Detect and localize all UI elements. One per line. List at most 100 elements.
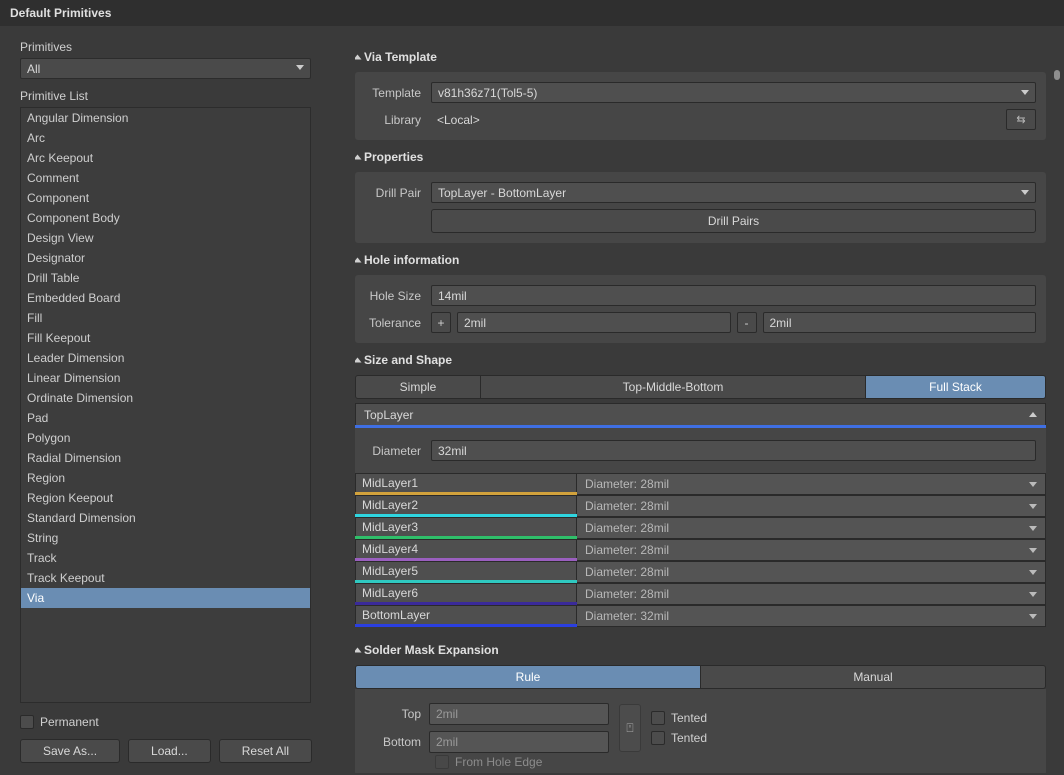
section-hole-info[interactable]: Hole information	[355, 253, 1046, 267]
top-layer-header[interactable]: TopLayer	[355, 403, 1046, 425]
collapse-icon	[355, 258, 362, 263]
tented-bottom-checkbox[interactable]	[651, 731, 665, 745]
layer-diameter[interactable]: Diameter: 28mil	[577, 495, 1046, 517]
collapse-icon	[355, 155, 362, 160]
section-via-template[interactable]: Via Template	[355, 50, 1046, 64]
link-top-bottom-icon[interactable]: ⍞	[619, 704, 641, 752]
chevron-down-icon	[1029, 482, 1037, 487]
list-item[interactable]: Arc	[21, 128, 310, 148]
link-icon[interactable]: ⇆	[1006, 109, 1036, 130]
sme-bottom-input: 2mil	[429, 731, 609, 753]
sme-bottom-label: Bottom	[365, 735, 421, 749]
left-panel: Primitives All Primitive List Angular Di…	[0, 26, 325, 773]
list-item[interactable]: Component Body	[21, 208, 310, 228]
layer-row[interactable]: MidLayer5Diameter: 28mil	[355, 561, 1046, 583]
layer-row[interactable]: BottomLayerDiameter: 32mil	[355, 605, 1046, 627]
drill-pairs-button[interactable]: Drill Pairs	[431, 209, 1036, 233]
list-item[interactable]: Design View	[21, 228, 310, 248]
chevron-down-icon	[296, 65, 304, 70]
tented-top-checkbox[interactable]	[651, 711, 665, 725]
reset-all-button[interactable]: Reset All	[219, 739, 312, 763]
layer-row[interactable]: MidLayer4Diameter: 28mil	[355, 539, 1046, 561]
tab-manual[interactable]: Manual	[701, 665, 1046, 689]
list-item[interactable]: Linear Dimension	[21, 368, 310, 388]
layer-color	[355, 624, 577, 627]
tab-full-stack[interactable]: Full Stack	[866, 375, 1046, 399]
list-item[interactable]: Embedded Board	[21, 288, 310, 308]
list-item[interactable]: Fill	[21, 308, 310, 328]
layer-row[interactable]: MidLayer3Diameter: 28mil	[355, 517, 1046, 539]
tab-rule[interactable]: Rule	[355, 665, 701, 689]
list-item[interactable]: Track	[21, 548, 310, 568]
layer-diameter[interactable]: Diameter: 28mil	[577, 539, 1046, 561]
tab-top-middle-bottom[interactable]: Top-Middle-Bottom	[481, 375, 866, 399]
primitives-dropdown[interactable]: All	[20, 58, 311, 79]
tolerance-plus-input[interactable]: 2mil	[457, 312, 731, 333]
from-hole-edge-checkbox[interactable]	[435, 755, 449, 769]
layer-name: MidLayer3	[355, 517, 577, 536]
tab-simple[interactable]: Simple	[355, 375, 481, 399]
layer-name: MidLayer1	[355, 473, 577, 492]
list-item[interactable]: Drill Table	[21, 268, 310, 288]
right-panel: Via Template Template v81h36z71(Tol5-5) …	[325, 26, 1064, 773]
list-item[interactable]: Track Keepout	[21, 568, 310, 588]
tolerance-minus-input[interactable]: 2mil	[763, 312, 1037, 333]
chevron-down-icon	[1021, 190, 1029, 195]
list-item[interactable]: Comment	[21, 168, 310, 188]
primitive-list[interactable]: Angular DimensionArcArc KeepoutCommentCo…	[20, 107, 311, 703]
chevron-down-icon	[1029, 504, 1037, 509]
layer-diameter[interactable]: Diameter: 28mil	[577, 517, 1046, 539]
layer-name: MidLayer6	[355, 583, 577, 602]
section-solder-mask[interactable]: Solder Mask Expansion	[355, 643, 1046, 657]
list-item[interactable]: Via	[21, 588, 310, 608]
tented-top-label: Tented	[671, 711, 707, 725]
hole-size-input[interactable]: 14mil	[431, 285, 1036, 306]
layer-row[interactable]: MidLayer2Diameter: 28mil	[355, 495, 1046, 517]
scrollbar-thumb[interactable]	[1054, 70, 1060, 80]
load-button[interactable]: Load...	[128, 739, 211, 763]
tolerance-minus-button[interactable]: -	[737, 312, 757, 333]
layer-diameter[interactable]: Diameter: 28mil	[577, 583, 1046, 605]
tented-bottom-label: Tented	[671, 731, 707, 745]
tolerance-plus-button[interactable]: +	[431, 312, 451, 333]
list-item[interactable]: Angular Dimension	[21, 108, 310, 128]
template-label: Template	[365, 86, 421, 100]
window-title: Default Primitives	[0, 0, 1064, 26]
list-item[interactable]: Polygon	[21, 428, 310, 448]
save-as-button[interactable]: Save As...	[20, 739, 120, 763]
library-value: <Local>	[431, 113, 1000, 127]
list-item[interactable]: Radial Dimension	[21, 448, 310, 468]
permanent-checkbox[interactable]	[20, 715, 34, 729]
list-item[interactable]: String	[21, 528, 310, 548]
template-dropdown[interactable]: v81h36z71(Tol5-5)	[431, 82, 1036, 103]
diameter-input[interactable]: 32mil	[431, 440, 1036, 461]
list-item[interactable]: Region	[21, 468, 310, 488]
list-item[interactable]: Standard Dimension	[21, 508, 310, 528]
chevron-down-icon	[1029, 526, 1037, 531]
collapse-icon	[355, 648, 362, 653]
layer-row[interactable]: MidLayer6Diameter: 28mil	[355, 583, 1046, 605]
layer-name: MidLayer4	[355, 539, 577, 558]
list-item[interactable]: Arc Keepout	[21, 148, 310, 168]
from-hole-edge-row: From Hole Edge	[435, 753, 1036, 771]
chevron-up-icon	[1029, 412, 1037, 417]
layer-diameter[interactable]: Diameter: 28mil	[577, 473, 1046, 495]
section-size-shape[interactable]: Size and Shape	[355, 353, 1046, 367]
drill-pair-dropdown[interactable]: TopLayer - BottomLayer	[431, 182, 1036, 203]
tolerance-label: Tolerance	[365, 316, 421, 330]
list-item[interactable]: Component	[21, 188, 310, 208]
section-properties[interactable]: Properties	[355, 150, 1046, 164]
layer-row[interactable]: MidLayer1Diameter: 28mil	[355, 473, 1046, 495]
list-item[interactable]: Leader Dimension	[21, 348, 310, 368]
permanent-label: Permanent	[40, 715, 99, 729]
layer-diameter[interactable]: Diameter: 32mil	[577, 605, 1046, 627]
list-item[interactable]: Pad	[21, 408, 310, 428]
scrollbar[interactable]	[1054, 40, 1060, 773]
hole-size-label: Hole Size	[365, 289, 421, 303]
primitive-list-label: Primitive List	[20, 89, 311, 103]
list-item[interactable]: Region Keepout	[21, 488, 310, 508]
layer-diameter[interactable]: Diameter: 28mil	[577, 561, 1046, 583]
list-item[interactable]: Designator	[21, 248, 310, 268]
list-item[interactable]: Fill Keepout	[21, 328, 310, 348]
list-item[interactable]: Ordinate Dimension	[21, 388, 310, 408]
